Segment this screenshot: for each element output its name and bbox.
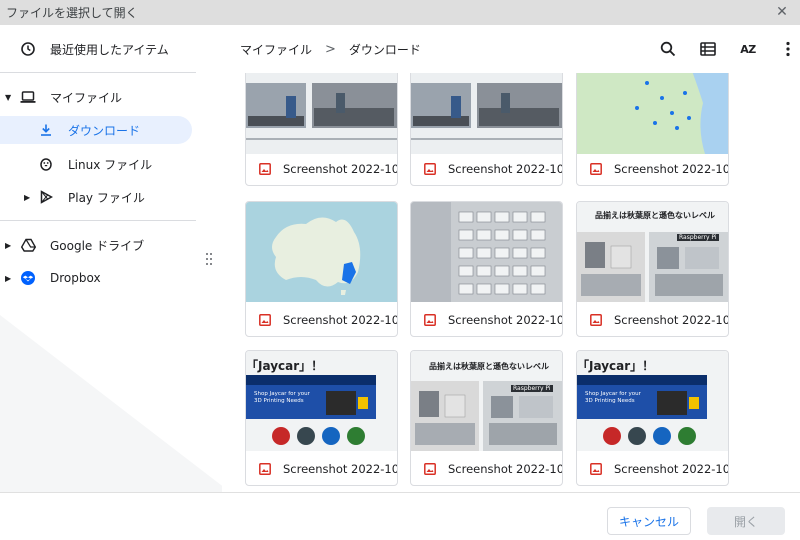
file-name: Screenshot 2022-10... [577,452,728,485]
file-name: Screenshot 2022-10... [577,152,728,185]
file-thumbnail: 品揃えは秋葉原と遜色ないレベル Raspberry Pi [577,202,728,302]
file-thumbnail: 「Jaycar」！ Shop Jaycar for your 3D Printi… [577,351,728,451]
sidebar-item-label: Linux ファイル [68,157,153,172]
image-file-icon [424,162,436,175]
close-icon[interactable]: ✕ [774,4,790,20]
image-file-icon [424,462,436,475]
file-name: Screenshot 2022-10... [411,452,562,485]
thumbnail-caption: Raspberry Pi [511,385,553,392]
thumbnail-caption: Raspberry Pi [677,234,719,241]
file-name: Screenshot 2022-10... [411,303,562,336]
file-card[interactable]: Screenshot 2022-10... [410,201,563,337]
file-name: Screenshot 2022-10... [246,303,397,336]
file-card[interactable]: Screenshot 2022-10... [576,73,729,186]
play-store-icon [38,189,54,205]
sidebar-item-play[interactable]: ▶ Play ファイル [0,183,190,211]
sidebar-item-label: マイファイル [50,90,123,105]
breadcrumb: マイファイル > ダウンロード [240,41,421,58]
file-thumbnail [246,73,397,154]
sidebar-item-label: Google ドライブ [50,238,145,253]
sidebar-item-dropbox[interactable]: ▶ Dropbox [0,264,190,292]
cancel-button[interactable]: キャンセル [607,507,691,535]
thumbnail-promo: Shop Jaycar for your 3D Printing Needs [585,391,641,404]
sidebar-item-linux[interactable]: Linux ファイル [38,150,208,178]
laptop-icon [20,89,36,105]
title-bar: ファイルを選択して開く ✕ [0,0,800,25]
file-thumbnail [411,202,562,302]
header: マイファイル > ダウンロード AZ [222,25,800,73]
image-file-icon [590,313,602,326]
file-thumbnail: 品揃えは秋葉原と遜色ないレベル Raspberry Pi [411,351,562,451]
resize-handle[interactable] [206,253,212,267]
window-title: ファイルを選択して開く [6,6,138,20]
sidebar-item-label: ダウンロード [68,123,141,138]
file-thumbnail [411,73,562,154]
file-card[interactable]: Screenshot 2022-10... [245,201,398,337]
file-card[interactable]: 品揃えは秋葉原と遜色ないレベル Raspberry Pi Screenshot … [410,350,563,486]
list-view-icon [700,42,716,56]
drive-icon [20,237,36,253]
file-name: Screenshot 2022-10... [411,152,562,185]
breadcrumb-current[interactable]: ダウンロード [349,41,421,58]
file-card[interactable]: 品揃えは秋葉原と遜色ないレベル Raspberry Pi Screenshot … [576,201,729,337]
search-button[interactable] [656,37,680,61]
sidebar-item-recent[interactable]: 最近使用したアイテム [20,35,210,63]
file-grid: Screenshot 2022-10... Screenshot 2022-10… [232,73,800,492]
list-view-button[interactable] [696,37,720,61]
file-thumbnail: 「Jaycar」！ Shop Jaycar for your 3D Printi… [246,351,397,451]
sort-az-icon: AZ [740,42,756,56]
sidebar-item-label: Play ファイル [68,190,145,205]
sidebar-item-my-files[interactable]: ▼ マイファイル [0,83,190,111]
thumbnail-promo: Shop Jaycar for your 3D Printing Needs [254,391,310,404]
expand-arrow-icon[interactable]: ▼ [5,93,15,102]
more-options-button[interactable] [776,37,800,61]
sidebar: 最近使用したアイテム ▼ マイファイル ダウンロード Linux ファイル ▶ … [0,25,222,492]
sidebar-item-label: Dropbox [50,271,101,285]
image-file-icon [259,313,271,326]
search-icon [660,41,676,57]
file-name: Screenshot 2022-10... [246,152,397,185]
dropbox-icon [20,270,36,286]
file-thumbnail [246,202,397,302]
download-icon [38,122,54,138]
file-card[interactable]: 「Jaycar」！ Shop Jaycar for your 3D Printi… [576,350,729,486]
sidebar-divider [0,72,196,73]
file-name: Screenshot 2022-10... [577,303,728,336]
sidebar-item-google-drive[interactable]: ▶ Google ドライブ [0,231,190,259]
file-card[interactable]: Screenshot 2022-10... [410,73,563,186]
breadcrumb-separator: > [325,42,336,57]
image-file-icon [590,162,602,175]
image-file-icon [590,462,602,475]
image-file-icon [259,462,271,475]
sidebar-decoration [0,315,222,492]
file-card[interactable]: 「Jaycar」！ Shop Jaycar for your 3D Printi… [245,350,398,486]
more-vert-icon [786,41,790,57]
expand-arrow-icon[interactable]: ▶ [24,193,34,202]
expand-arrow-icon[interactable]: ▶ [5,274,15,283]
penguin-icon [38,156,54,172]
file-card[interactable]: Screenshot 2022-10... [245,73,398,186]
sort-button[interactable]: AZ [736,37,760,61]
clock-icon [20,41,36,57]
sidebar-item-downloads[interactable]: ダウンロード [0,116,192,144]
image-file-icon [424,313,436,326]
open-button[interactable]: 開く [707,507,785,535]
file-name: Screenshot 2022-10... [246,452,397,485]
file-thumbnail [577,73,728,154]
expand-arrow-icon[interactable]: ▶ [5,241,15,250]
breadcrumb-root[interactable]: マイファイル [240,41,312,58]
image-file-icon [259,162,271,175]
footer-divider [0,492,800,493]
sidebar-item-label: 最近使用したアイテム [50,42,169,57]
sidebar-divider [0,220,196,221]
